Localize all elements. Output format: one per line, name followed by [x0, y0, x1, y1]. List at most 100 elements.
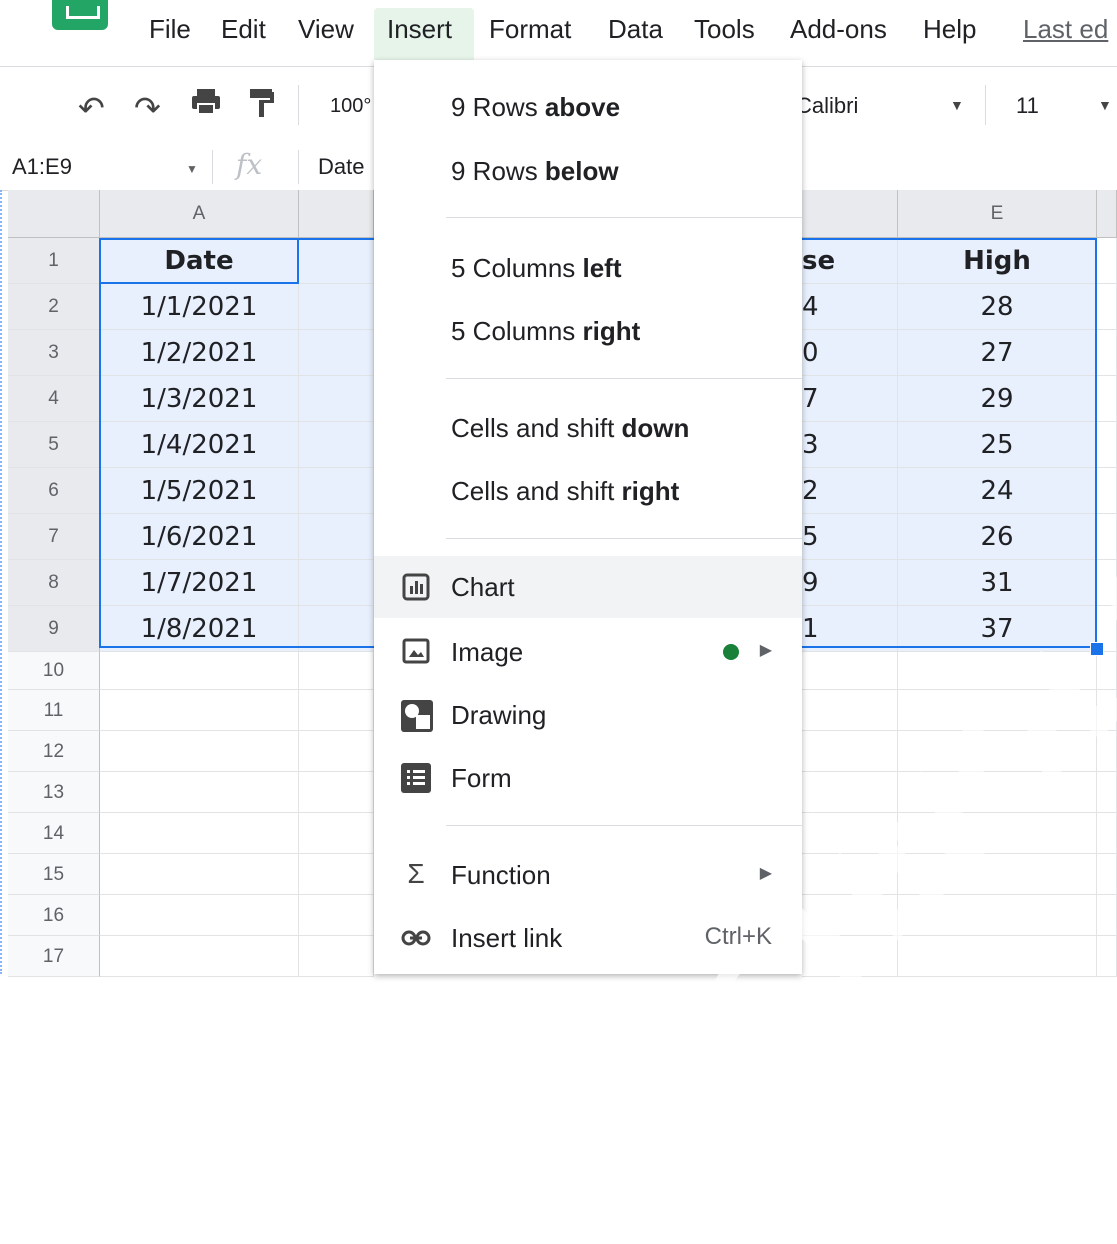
- table-cell[interactable]: 24: [898, 468, 1097, 514]
- row-header[interactable]: 6: [8, 468, 100, 514]
- insert-cols-left[interactable]: 5 Columns left: [374, 239, 802, 295]
- paint-format-icon[interactable]: [248, 87, 276, 127]
- print-icon[interactable]: [190, 87, 222, 125]
- table-cell[interactable]: 3: [802, 422, 898, 468]
- insert-cells-shift-down[interactable]: Cells and shift down: [374, 399, 802, 455]
- last-edit-link[interactable]: Last ed: [1023, 14, 1108, 45]
- table-cell[interactable]: [1097, 238, 1117, 284]
- table-cell[interactable]: 1/6/2021: [100, 514, 299, 560]
- table-cell[interactable]: 27: [898, 330, 1097, 376]
- table-cell[interactable]: [299, 690, 374, 731]
- zoom-select[interactable]: 100°: [330, 95, 371, 118]
- insert-rows-below[interactable]: 9 Rows below: [374, 142, 802, 198]
- insert-rows-above[interactable]: 9 Rows above: [374, 78, 802, 134]
- font-select[interactable]: Calibri: [796, 93, 858, 119]
- table-cell[interactable]: [299, 514, 374, 560]
- table-cell[interactable]: 2: [802, 468, 898, 514]
- insert-cells-shift-right[interactable]: Cells and shift right: [374, 462, 802, 518]
- table-cell[interactable]: 28: [898, 284, 1097, 330]
- table-cell[interactable]: [299, 284, 374, 330]
- column-header-e[interactable]: E: [898, 190, 1097, 238]
- table-cell[interactable]: [100, 813, 299, 854]
- row-header[interactable]: 4: [8, 376, 100, 422]
- row-header[interactable]: 7: [8, 514, 100, 560]
- row-header[interactable]: 5: [8, 422, 100, 468]
- menu-view[interactable]: View: [298, 14, 354, 45]
- menu-addons[interactable]: Add-ons: [790, 14, 887, 45]
- table-cell[interactable]: [1097, 284, 1117, 330]
- table-cell[interactable]: [100, 731, 299, 772]
- table-cell[interactable]: [299, 936, 374, 977]
- column-header-a[interactable]: A: [100, 190, 299, 238]
- table-cell[interactable]: [299, 731, 374, 772]
- select-all-corner[interactable]: [8, 190, 100, 238]
- table-cell[interactable]: 1/2/2021: [100, 330, 299, 376]
- font-size-select[interactable]: 11: [1016, 93, 1039, 119]
- insert-function[interactable]: Σ Function ▶: [374, 846, 802, 902]
- row-header[interactable]: 8: [8, 560, 100, 606]
- table-cell[interactable]: [299, 813, 374, 854]
- table-cell[interactable]: 1/3/2021: [100, 376, 299, 422]
- table-cell[interactable]: [100, 936, 299, 977]
- table-cell[interactable]: [802, 854, 898, 895]
- table-cell[interactable]: [1097, 772, 1117, 813]
- table-cell[interactable]: [1097, 514, 1117, 560]
- table-cell[interactable]: [802, 731, 898, 772]
- row-header[interactable]: 2: [8, 284, 100, 330]
- table-cell[interactable]: [100, 895, 299, 936]
- table-cell[interactable]: [100, 854, 299, 895]
- menu-format[interactable]: Format: [489, 14, 571, 45]
- table-cell[interactable]: 1/1/2021: [100, 284, 299, 330]
- table-cell[interactable]: [299, 238, 374, 284]
- table-cell[interactable]: 26: [898, 514, 1097, 560]
- chevron-down-icon[interactable]: ▼: [186, 162, 198, 176]
- table-cell[interactable]: [1097, 422, 1117, 468]
- menu-help[interactable]: Help: [923, 14, 976, 45]
- table-cell[interactable]: [898, 731, 1097, 772]
- menu-insert[interactable]: Insert: [387, 14, 452, 45]
- row-header[interactable]: 15: [8, 854, 100, 895]
- row-header[interactable]: 10: [8, 652, 100, 690]
- table-cell[interactable]: 1/5/2021: [100, 468, 299, 514]
- menu-data[interactable]: Data: [608, 14, 663, 45]
- table-cell[interactable]: 1/7/2021: [100, 560, 299, 606]
- table-cell[interactable]: High: [898, 238, 1097, 284]
- table-cell[interactable]: [898, 895, 1097, 936]
- row-header[interactable]: 3: [8, 330, 100, 376]
- table-cell[interactable]: 9: [802, 560, 898, 606]
- table-cell[interactable]: [299, 652, 374, 690]
- table-cell[interactable]: [898, 936, 1097, 977]
- table-cell[interactable]: [299, 560, 374, 606]
- table-cell[interactable]: [100, 652, 299, 690]
- formula-input[interactable]: Date: [318, 154, 364, 180]
- table-cell[interactable]: 25: [898, 422, 1097, 468]
- table-cell[interactable]: 37: [898, 606, 1097, 652]
- sheets-logo[interactable]: [52, 0, 108, 30]
- table-cell[interactable]: [898, 813, 1097, 854]
- table-cell[interactable]: [802, 690, 898, 731]
- table-cell[interactable]: [898, 690, 1097, 731]
- insert-drawing[interactable]: Drawing: [374, 686, 802, 742]
- table-cell[interactable]: [299, 422, 374, 468]
- redo-icon[interactable]: ↷: [134, 89, 161, 127]
- table-cell[interactable]: [802, 772, 898, 813]
- row-header[interactable]: 11: [8, 690, 100, 731]
- table-cell[interactable]: 5: [802, 514, 898, 560]
- insert-cols-right[interactable]: 5 Columns right: [374, 302, 802, 358]
- table-cell[interactable]: [1097, 936, 1117, 977]
- table-cell[interactable]: 1/8/2021: [100, 606, 299, 652]
- row-header[interactable]: 16: [8, 895, 100, 936]
- table-cell[interactable]: [802, 936, 898, 977]
- table-cell[interactable]: [1097, 813, 1117, 854]
- table-cell[interactable]: [1097, 854, 1117, 895]
- table-cell[interactable]: 1/4/2021: [100, 422, 299, 468]
- table-cell[interactable]: 0: [802, 330, 898, 376]
- table-cell[interactable]: [802, 895, 898, 936]
- table-cell[interactable]: 7: [802, 376, 898, 422]
- table-cell[interactable]: se: [802, 238, 898, 284]
- table-cell[interactable]: [802, 652, 898, 690]
- row-header[interactable]: 9: [8, 606, 100, 652]
- row-header[interactable]: 13: [8, 772, 100, 813]
- column-header-d[interactable]: [802, 190, 898, 238]
- table-cell[interactable]: [299, 468, 374, 514]
